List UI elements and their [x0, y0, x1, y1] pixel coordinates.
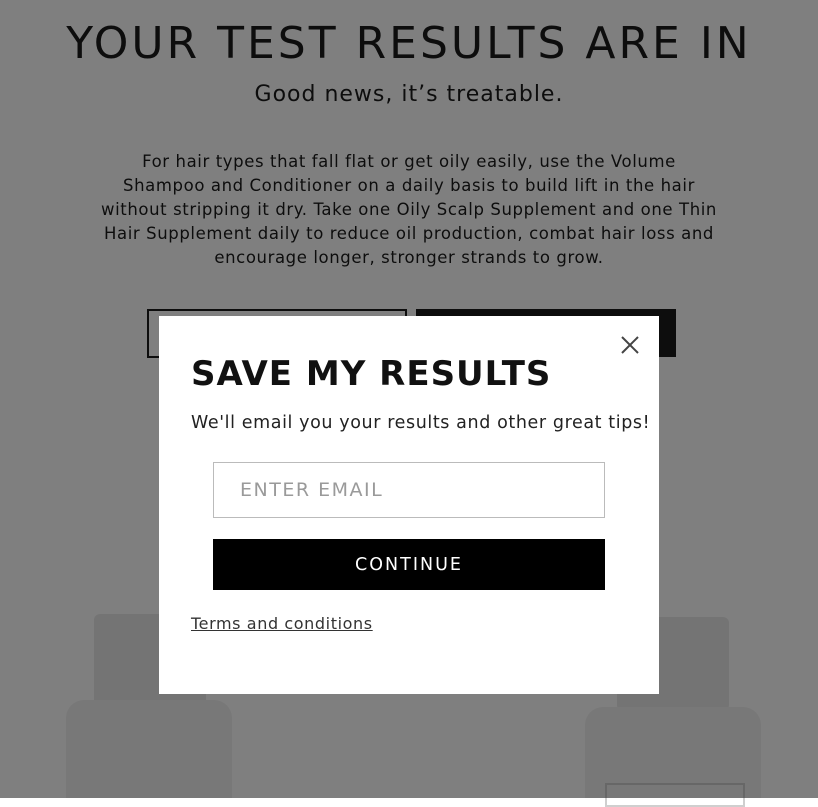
email-input[interactable] — [213, 462, 605, 518]
continue-button[interactable]: CONTINUE — [213, 539, 605, 590]
close-icon — [621, 336, 639, 354]
modal-title: SAVE MY RESULTS — [191, 354, 552, 394]
modal-subtitle: We'll email you your results and other g… — [191, 413, 651, 433]
save-results-modal: SAVE MY RESULTS We'll email you your res… — [159, 316, 659, 694]
close-button[interactable] — [617, 332, 643, 358]
terms-link[interactable]: Terms and conditions — [191, 614, 373, 633]
